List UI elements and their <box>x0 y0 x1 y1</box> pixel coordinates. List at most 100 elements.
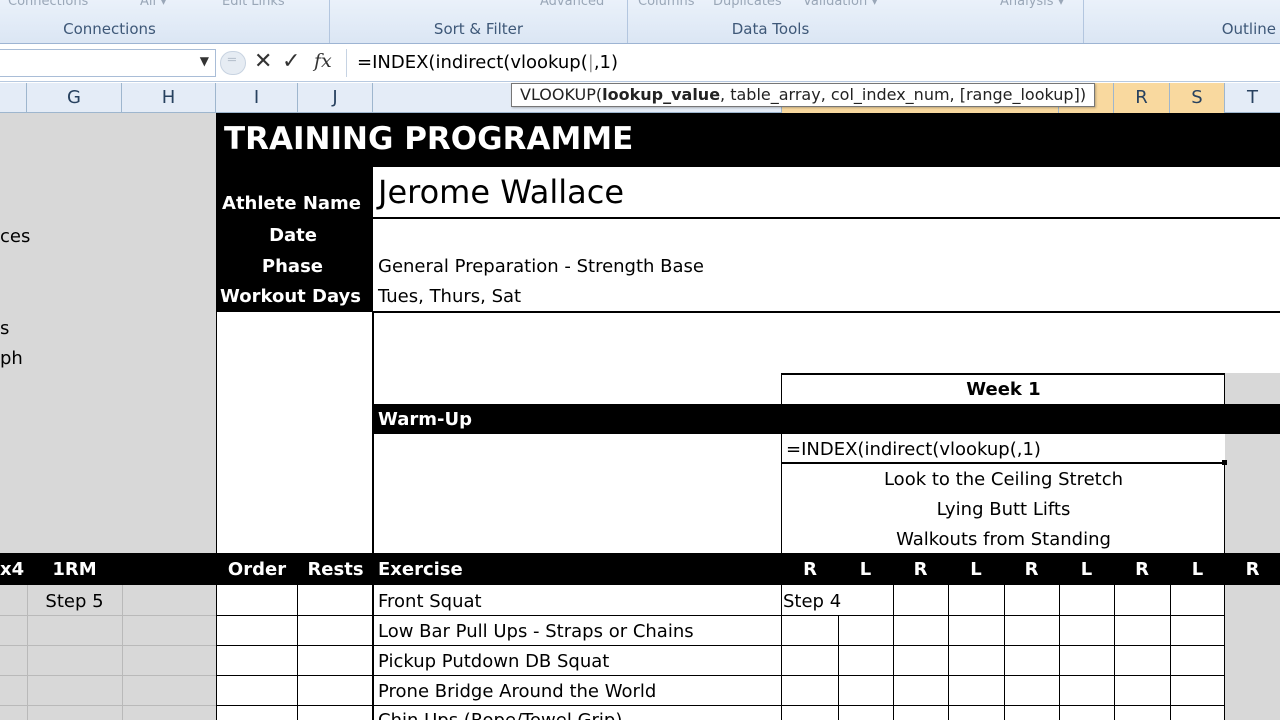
page-title: TRAINING PROGRAMME <box>224 121 634 157</box>
warmup-bar <box>373 404 1280 434</box>
tooltip-current-arg[interactable]: lookup_value <box>602 85 720 104</box>
insert-function-icon[interactable]: fx <box>314 50 332 72</box>
ribbon-advanced-button[interactable]: Advanced <box>540 0 604 9</box>
name-box[interactable]: ▼ <box>0 49 216 77</box>
col-header-side: R <box>913 559 928 580</box>
ribbon: Connections All ▾ Edit Links Connections… <box>0 0 1280 44</box>
exercise-cell[interactable]: Chin Ups (Rope/Towel Grip) <box>378 710 622 720</box>
col-header-exercise: Exercise <box>378 559 463 580</box>
gridline <box>1170 585 1171 720</box>
formula-input[interactable]: =INDEX(indirect(vlookup(|,1) <box>346 49 1280 77</box>
ribbon-group-connections: Connections All ▾ Edit Links Connections <box>0 0 330 43</box>
chevron-down-icon[interactable]: ▼ <box>200 54 209 68</box>
gridline <box>122 585 123 720</box>
column-header-i[interactable]: I <box>216 83 298 113</box>
gridline <box>893 585 894 720</box>
col-header-x4: x4 <box>0 559 25 580</box>
ribbon-group-label: Connections <box>63 20 156 38</box>
warmup-item[interactable]: Look to the Ceiling Stretch <box>782 469 1225 490</box>
clipped-text: ces <box>0 226 31 247</box>
ribbon-all-button[interactable]: All ▾ <box>140 0 167 9</box>
enter-icon[interactable]: ✓ <box>282 49 300 74</box>
divider <box>782 373 1225 375</box>
column-header-j[interactable]: J <box>298 83 373 113</box>
column-header-g[interactable]: G <box>27 83 122 113</box>
tooltip-args: , table_array, col_index_num, [range_loo… <box>720 85 1087 104</box>
gridline <box>216 675 1225 676</box>
ribbon-remove-duplicates-button[interactable]: Duplicates <box>713 0 782 9</box>
exercise-cell[interactable]: Prone Bridge Around the World <box>378 681 656 702</box>
warmup-item[interactable]: Walkouts from Standing <box>782 529 1225 550</box>
ribbon-group-label: Data Tools <box>731 20 810 38</box>
border <box>372 312 374 720</box>
column-header-s[interactable]: S <box>1170 83 1225 113</box>
resize-handle[interactable]: ═ <box>220 51 246 75</box>
ribbon-connections-button[interactable]: Connections <box>8 0 88 9</box>
label-athlete-name: Athlete Name <box>222 193 361 214</box>
gridline <box>216 705 1225 706</box>
label-workout-days: Workout Days <box>220 286 361 307</box>
handle-icon: ═ <box>228 53 236 68</box>
tooltip-function: VLOOKUP( <box>520 85 603 104</box>
column-header[interactable] <box>0 83 27 113</box>
label-date: Date <box>269 225 317 246</box>
ribbon-what-if-analysis-button[interactable]: Analysis ▾ <box>1000 0 1064 9</box>
set-cell[interactable]: Step 4 <box>783 591 841 612</box>
column-header-r[interactable]: R <box>1114 83 1170 113</box>
worksheet[interactable]: ces s ph TRAINING PROGRAMME Athlete Name… <box>0 113 1280 720</box>
grey-panel <box>1225 585 1280 720</box>
exercise-cell[interactable]: Low Bar Pull Ups - Straps or Chains <box>378 621 694 642</box>
col-header-side: L <box>1080 559 1093 580</box>
exercise-cell[interactable]: Front Squat <box>378 591 482 612</box>
gridline <box>216 645 1225 646</box>
week-label: Week 1 <box>966 379 1041 400</box>
divider <box>373 311 1280 313</box>
fill-handle[interactable] <box>1222 460 1227 465</box>
phase-value[interactable]: General Preparation - Strength Base <box>378 256 704 277</box>
col-header-side: R <box>1024 559 1039 580</box>
gridline <box>0 705 216 706</box>
warmup-label: Warm-Up <box>378 409 472 430</box>
gridline <box>216 615 1225 616</box>
gridline <box>1059 585 1060 720</box>
formula-text-after: ,1) <box>593 52 619 73</box>
grey-panel <box>1225 373 1280 553</box>
cancel-icon[interactable]: ✕ <box>254 49 272 74</box>
column-header-t[interactable]: T <box>1225 83 1280 113</box>
workout-days-value[interactable]: Tues, Thurs, Sat <box>378 286 521 307</box>
gridline <box>0 645 216 646</box>
formula-bar: ▼ ═ ✕ ✓ fx =INDEX(indirect(vlookup(|,1) <box>0 44 1280 82</box>
gridline <box>0 615 216 616</box>
column-header-h[interactable]: H <box>122 83 216 113</box>
col-header-1rm: 1RM <box>52 559 97 580</box>
grey-panel <box>0 113 216 553</box>
gridline <box>948 585 949 720</box>
divider <box>373 217 1280 219</box>
col-header-rests: Rests <box>307 559 364 580</box>
col-header-order: Order <box>227 559 287 580</box>
gridline <box>1114 585 1115 720</box>
col-header-side: R <box>1245 559 1260 580</box>
ribbon-group-data-tools: Columns Duplicates Validation ▾ Analysis… <box>628 0 1084 43</box>
formula-text: =INDEX(indirect(vlookup( <box>357 52 588 73</box>
col-header-side: L <box>859 559 872 580</box>
clipped-text: s <box>0 318 10 339</box>
athlete-name-value[interactable]: Jerome Wallace <box>378 173 624 211</box>
ribbon-group-label: Outline <box>1221 20 1276 38</box>
col-header-side: L <box>970 559 982 580</box>
gridline <box>0 675 216 676</box>
rm-cell[interactable]: Step 5 <box>27 591 122 612</box>
ribbon-data-validation-button[interactable]: Validation ▾ <box>803 0 878 9</box>
warmup-item[interactable]: Lying Butt Lifts <box>782 499 1225 520</box>
ribbon-edit-links-button[interactable]: Edit Links <box>222 0 285 9</box>
exercise-cell[interactable]: Pickup Putdown DB Squat <box>378 651 609 672</box>
function-tooltip[interactable]: VLOOKUP(lookup_value, table_array, col_i… <box>511 83 1096 107</box>
ribbon-text-to-columns-button[interactable]: Columns <box>638 0 695 9</box>
col-header-side: R <box>1135 559 1149 580</box>
col-header-side: R <box>803 559 817 580</box>
formula-buttons: ═ ✕ ✓ fx <box>218 49 342 77</box>
border <box>216 312 217 720</box>
gridline <box>1004 585 1005 720</box>
active-cell-formula[interactable]: =INDEX(indirect(vlookup(,1) <box>786 439 1041 460</box>
label-phase: Phase <box>261 256 323 277</box>
